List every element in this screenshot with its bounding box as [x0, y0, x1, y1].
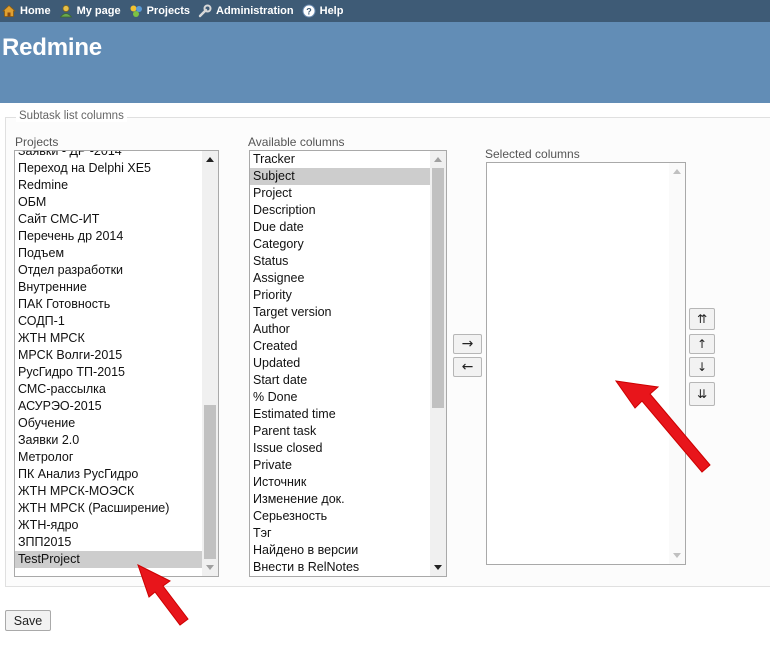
projects-listbox[interactable]: Заявки - ДР -2014 Переход на Delphi XE5 Re… [14, 150, 219, 577]
menu-item-help[interactable]: ? Help [302, 4, 344, 18]
svg-text:?: ? [306, 7, 312, 17]
wrench-icon [198, 4, 212, 18]
project-option[interactable]: Отдел разработки [15, 262, 202, 279]
available-column-option[interactable]: Priority [250, 287, 430, 304]
available-column-option[interactable]: Created [250, 338, 430, 355]
available-column-option[interactable]: Subject [250, 168, 430, 185]
available-column-option[interactable]: Тэг [250, 525, 430, 542]
annotation-arrow-icon [614, 380, 711, 473]
available-column-option[interactable]: Tracker [250, 151, 430, 168]
menu-item-my-page[interactable]: My page [59, 4, 121, 18]
project-option[interactable]: Заявки - ДР -2014 [15, 151, 202, 160]
project-option[interactable]: Внутренние [15, 279, 202, 296]
available-column-option[interactable]: Private [250, 457, 430, 474]
available-column-option[interactable]: Issue closed [250, 440, 430, 457]
subtask-columns-fieldset: Subtask list columns Projects Заявки - Д… [5, 110, 770, 587]
available-columns-listbox[interactable]: Tracker Subject Project Description Due date… [249, 150, 447, 577]
scroll-down-arrow-icon[interactable] [669, 548, 685, 564]
menu-item-home[interactable]: Home [2, 4, 51, 18]
save-button[interactable]: Save [5, 610, 51, 631]
menu-label-my-page: My page [76, 5, 121, 17]
projects-icon [130, 5, 142, 17]
available-column-option[interactable]: Estimated time [250, 406, 430, 423]
available-column-option[interactable]: Author [250, 321, 430, 338]
project-option[interactable]: Redmine [15, 177, 202, 194]
available-column-option[interactable]: Серьезность [250, 508, 430, 525]
projects-scrollbar[interactable] [202, 151, 218, 576]
projects-items: Заявки - ДР -2014 Переход на Delphi XE5 Re… [15, 151, 202, 568]
menu-label-help: Help [319, 5, 344, 17]
remove-column-button[interactable]: ← [453, 357, 482, 377]
annotation-arrow-icon [137, 564, 189, 626]
project-option[interactable]: Переход на Delphi XE5 [15, 160, 202, 177]
project-option[interactable]: Подъем [15, 245, 202, 262]
project-option[interactable]: ПК Анализ РусГидро [15, 466, 202, 483]
home-icon [2, 4, 16, 17]
page-title: Redmine [2, 34, 102, 61]
project-option[interactable]: МРСК Волги-2015 [15, 347, 202, 364]
project-option[interactable]: Сайт СМС-ИТ [15, 211, 202, 228]
menu-label-home: Home [20, 5, 51, 17]
available-column-option[interactable]: Assignee [250, 270, 430, 287]
help-icon: ? [302, 4, 316, 18]
available-column-option[interactable]: Project [250, 185, 430, 202]
available-column-option[interactable]: Target version [250, 304, 430, 321]
available-column-option[interactable]: % Done [250, 389, 430, 406]
project-option[interactable]: РусГидро ТП-2015 [15, 364, 202, 381]
available-column-option[interactable]: Источник [250, 474, 430, 491]
scroll-up-arrow-icon[interactable] [202, 151, 218, 167]
project-option[interactable]: ЗПП2015 [15, 534, 202, 551]
available-column-option[interactable]: Status [250, 253, 430, 270]
available-column-option[interactable]: Изменение док. [250, 491, 430, 508]
top-menu: Home My page Projects Administration ? H… [0, 0, 770, 22]
project-option[interactable]: Перечень др 2014 [15, 228, 202, 245]
project-option[interactable]: ЖТН-ядро [15, 517, 202, 534]
available-column-option[interactable]: Description [250, 202, 430, 219]
available-column-option[interactable]: Start date [250, 372, 430, 389]
available-column-option[interactable]: Category [250, 236, 430, 253]
project-option[interactable]: СМС-рассылка [15, 381, 202, 398]
scroll-down-arrow-icon[interactable] [202, 560, 218, 576]
projects-label: Projects [15, 135, 59, 149]
project-option[interactable]: Метролог [15, 449, 202, 466]
menu-label-projects: Projects [146, 5, 190, 17]
available-columns-label: Available columns [248, 135, 345, 149]
available-items: Tracker Subject Project Description Due date… [250, 151, 430, 576]
project-option[interactable]: ПАК Готовность [15, 296, 202, 313]
header: Redmine [0, 22, 770, 103]
scroll-up-arrow-icon[interactable] [430, 151, 446, 167]
projects-scroll-thumb[interactable] [204, 405, 216, 559]
available-scrollbar[interactable] [430, 151, 446, 576]
project-option[interactable]: ЖТН МРСК-МОЭСК [15, 483, 202, 500]
menu-item-projects[interactable]: Projects [129, 4, 190, 18]
move-up-button[interactable]: ↑ [689, 334, 715, 354]
menu-label-administration: Administration [216, 5, 294, 17]
move-down-button[interactable]: ↓ [689, 357, 715, 377]
project-option[interactable]: ОБМ [15, 194, 202, 211]
project-option[interactable]: ЖТН МРСК [15, 330, 202, 347]
menu-item-administration[interactable]: Administration [198, 4, 294, 18]
selected-scrollbar[interactable] [669, 163, 685, 564]
selected-columns-label: Selected columns [485, 147, 580, 161]
project-option[interactable]: СОДП-1 [15, 313, 202, 330]
project-option[interactable]: АСУРЭО-2015 [15, 398, 202, 415]
project-option[interactable]: ЖТН МРСК (Расширение) [15, 500, 202, 517]
project-option[interactable]: Заявки 2.0 [15, 432, 202, 449]
available-column-option[interactable]: Внести в RelNotes [250, 559, 430, 576]
scroll-down-arrow-icon[interactable] [430, 560, 446, 576]
available-column-option[interactable]: Updated [250, 355, 430, 372]
fieldset-legend: Subtask list columns [16, 110, 127, 122]
selected-columns-listbox[interactable] [486, 162, 686, 565]
available-column-option[interactable]: Due date [250, 219, 430, 236]
available-scroll-thumb[interactable] [432, 168, 444, 408]
move-top-button[interactable]: ⇈ [689, 308, 715, 330]
add-column-button[interactable]: → [453, 334, 482, 354]
scroll-up-arrow-icon[interactable] [669, 163, 685, 179]
user-icon [59, 5, 72, 18]
available-column-option[interactable]: Найдено в версии [250, 542, 430, 559]
available-column-option[interactable]: Parent task [250, 423, 430, 440]
project-option[interactable]: Обучение [15, 415, 202, 432]
